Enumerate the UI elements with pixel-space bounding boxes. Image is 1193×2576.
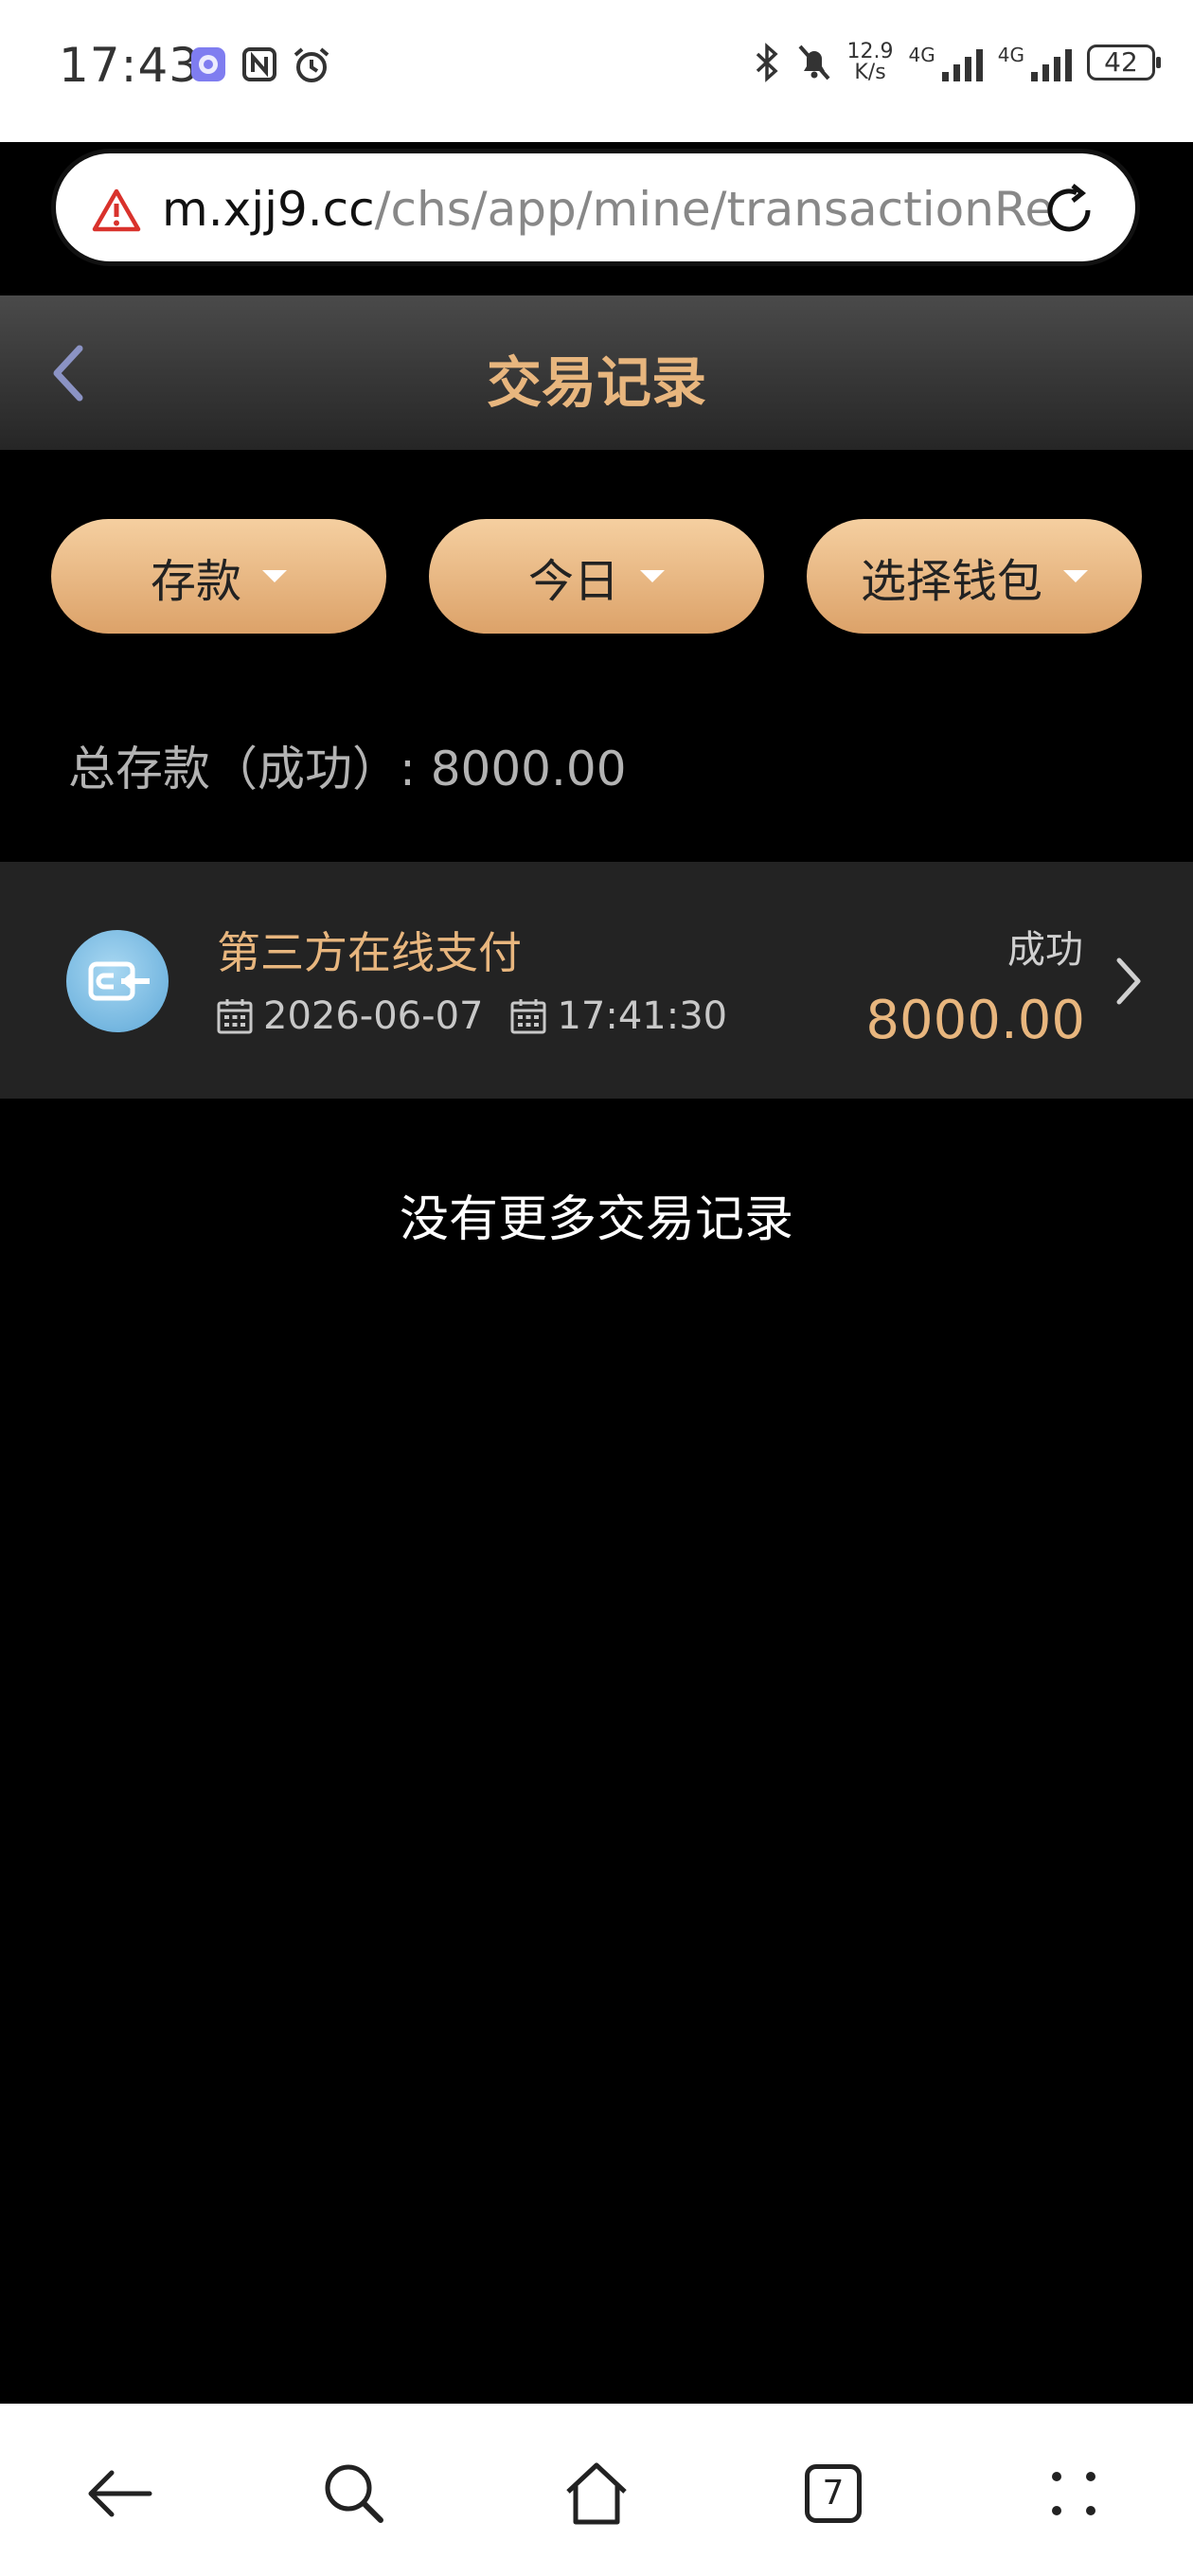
caret-down-icon <box>262 570 287 582</box>
caret-down-icon <box>1063 570 1088 582</box>
tab-count: 7 <box>805 2464 862 2523</box>
reload-icon[interactable] <box>1039 180 1099 241</box>
app-header: 交易记录 <box>0 295 1193 450</box>
network-speed: 12.9 K/s <box>846 40 894 84</box>
transaction-name: 第三方在线支付 <box>217 927 522 978</box>
filter-type-button[interactable]: 存款 <box>51 519 386 634</box>
payment-avatar <box>66 930 169 1032</box>
url-text[interactable]: m.xjj9.cc/chs/app/mine/transactionRe <box>162 182 1052 237</box>
transaction-row[interactable]: 第三方在线支付 2026-06-07 17:41:30 成功 8000.00 <box>0 862 1193 1099</box>
list-end-message: 没有更多交易记录 <box>399 1191 793 1248</box>
nav-home-button[interactable] <box>559 2456 634 2531</box>
alarm-icon <box>294 47 329 82</box>
sim2-signal: 4G <box>998 44 1072 81</box>
filter-wallet-label: 选择钱包 <box>860 554 1042 608</box>
search-icon <box>325 2464 383 2523</box>
sim1-signal: 4G <box>909 44 983 81</box>
transaction-time-group: 17:41:30 <box>509 994 727 1038</box>
nav-tabs-button[interactable]: 7 <box>795 2456 871 2531</box>
chevron-right-icon[interactable] <box>1110 955 1148 1008</box>
page-title: 交易记录 <box>486 350 706 415</box>
status-left-icons <box>189 45 331 85</box>
status-time: 17:43 <box>59 38 201 93</box>
address-bar[interactable]: m.xjj9.cc/chs/app/mine/transactionRe <box>51 149 1140 266</box>
home-icon <box>566 2462 627 2525</box>
transaction-time: 17:41:30 <box>557 994 728 1038</box>
url-host: m.xjj9.cc <box>162 182 375 237</box>
wallet-transfer-icon <box>88 961 150 1001</box>
transaction-status: 成功 <box>1007 928 1083 972</box>
filter-type-label: 存款 <box>150 554 241 608</box>
caret-down-icon <box>640 570 665 582</box>
warning-triangle-icon[interactable] <box>92 188 141 233</box>
mute-bell-icon <box>798 45 830 80</box>
nfc-icon <box>242 47 276 81</box>
calendar-icon <box>510 999 546 1034</box>
arrow-left-icon <box>88 2470 152 2517</box>
deposit-summary: 总存款（成功）: 8000.00 <box>68 742 627 796</box>
bluetooth-icon <box>756 43 778 82</box>
status-bar: 17:43 12.9 K/s 4G 4G 42 <box>0 0 1193 142</box>
browser-app-icon <box>191 47 225 81</box>
filter-wallet-button[interactable]: 选择钱包 <box>807 519 1142 634</box>
url-path: /chs/app/mine/transactionRe <box>374 182 1052 237</box>
transaction-datetime: 2026-06-07 17:41:30 <box>216 994 727 1038</box>
nav-search-button[interactable] <box>316 2456 392 2531</box>
status-right: 12.9 K/s 4G 4G 42 <box>753 40 1161 84</box>
transaction-amount: 8000.00 <box>865 990 1085 1051</box>
battery-indicator: 42 <box>1087 45 1161 80</box>
filter-date-label: 今日 <box>527 554 619 608</box>
more-dots-icon <box>1052 2472 1095 2515</box>
nav-menu-button[interactable] <box>1036 2456 1112 2531</box>
calendar-icon <box>217 999 253 1034</box>
filter-date-button[interactable]: 今日 <box>429 519 764 634</box>
transaction-date: 2026-06-07 <box>263 994 484 1038</box>
browser-bottom-nav: 7 <box>0 2404 1193 2576</box>
nav-back-button[interactable] <box>81 2456 157 2531</box>
